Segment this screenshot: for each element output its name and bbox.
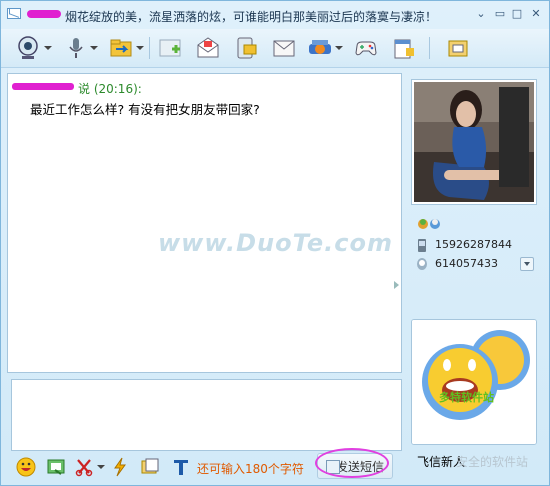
screenshot-icon[interactable]	[45, 456, 67, 478]
sms-icon[interactable]	[233, 35, 259, 61]
toolbar	[1, 29, 549, 68]
game-icon[interactable]	[353, 35, 379, 61]
file-transfer-dropdown-icon[interactable]	[136, 46, 144, 50]
phone-row: 15926287844	[417, 238, 512, 254]
gift-dropdown-icon[interactable]	[335, 46, 343, 50]
phone-icon	[417, 238, 427, 252]
camera-dropdown-icon[interactable]	[44, 46, 52, 50]
char-counter: 还可输入180个字符	[197, 462, 304, 476]
contact-photo	[411, 79, 537, 205]
microphone-icon[interactable]	[63, 35, 89, 61]
gift-icon[interactable]	[307, 35, 333, 61]
highlight-circle	[315, 448, 389, 478]
scissors-icon[interactable]	[73, 456, 95, 478]
app-mail-icon	[7, 8, 21, 19]
chat-window: 烟花绽放的美，流星洒落的炫，可谁能明白那美丽过后的落寞与凄凉！ ⌄ ▭ □ ✕	[0, 0, 550, 486]
mail-icon[interactable]	[271, 35, 297, 61]
contact-info-dropdown[interactable]	[520, 257, 534, 271]
mailbox-icon[interactable]	[445, 35, 471, 61]
close-button[interactable]: ✕	[528, 7, 544, 21]
lightning-icon[interactable]	[109, 456, 131, 478]
scissors-dropdown-icon[interactable]	[97, 465, 105, 469]
emoji-icon[interactable]	[15, 456, 37, 478]
microphone-dropdown-icon[interactable]	[90, 46, 98, 50]
maximize-button[interactable]: □	[509, 7, 525, 21]
window-title: 烟花绽放的美，流星洒落的炫，可谁能明白那美丽过后的落寞与凄凉！	[65, 10, 438, 24]
chat-history[interactable]: 说 (20:16): 最近工作怎么样? 有没有把女朋友带回家? www.DuoT…	[7, 73, 402, 373]
window-icon[interactable]	[139, 456, 161, 478]
menu-button[interactable]: ⌄	[473, 7, 489, 21]
status-badges	[417, 217, 443, 234]
file-transfer-icon[interactable]	[108, 35, 134, 61]
calendar-icon[interactable]	[391, 35, 417, 61]
phone-number: 15926287844	[435, 238, 512, 251]
email-icon[interactable]	[195, 35, 221, 61]
qq-row: 614057433	[417, 257, 498, 273]
collapse-arrow-icon[interactable]	[394, 281, 399, 289]
font-icon[interactable]	[170, 456, 192, 478]
chat-message: 最近工作怎么样? 有没有把女朋友带回家?	[30, 102, 260, 117]
message-input[interactable]	[11, 379, 402, 451]
contact-panel: 15926287844 614057433 飞信新人	[407, 73, 545, 483]
sender-name-redacted	[12, 83, 74, 90]
qq-icon	[417, 257, 427, 271]
footer-watermark: 安全的软件站	[456, 455, 529, 469]
minimize-button[interactable]: ▭	[492, 7, 508, 21]
add-contact-icon[interactable]	[157, 35, 183, 61]
contact-name-redacted	[27, 10, 61, 18]
separator	[149, 37, 150, 59]
sender-timestamp: 说 (20:16):	[78, 82, 142, 96]
corner-watermark: 多特软件站	[439, 391, 494, 404]
user-avatar	[411, 319, 537, 445]
title-bar: 烟花绽放的美，流星洒落的炫，可谁能明白那美丽过后的落寞与凄凉！ ⌄ ▭ □ ✕	[1, 1, 549, 29]
qq-number: 614057433	[435, 257, 498, 270]
site-watermark: www.DuoTe.com	[158, 229, 393, 257]
camera-icon[interactable]	[15, 35, 41, 61]
separator	[429, 37, 430, 59]
